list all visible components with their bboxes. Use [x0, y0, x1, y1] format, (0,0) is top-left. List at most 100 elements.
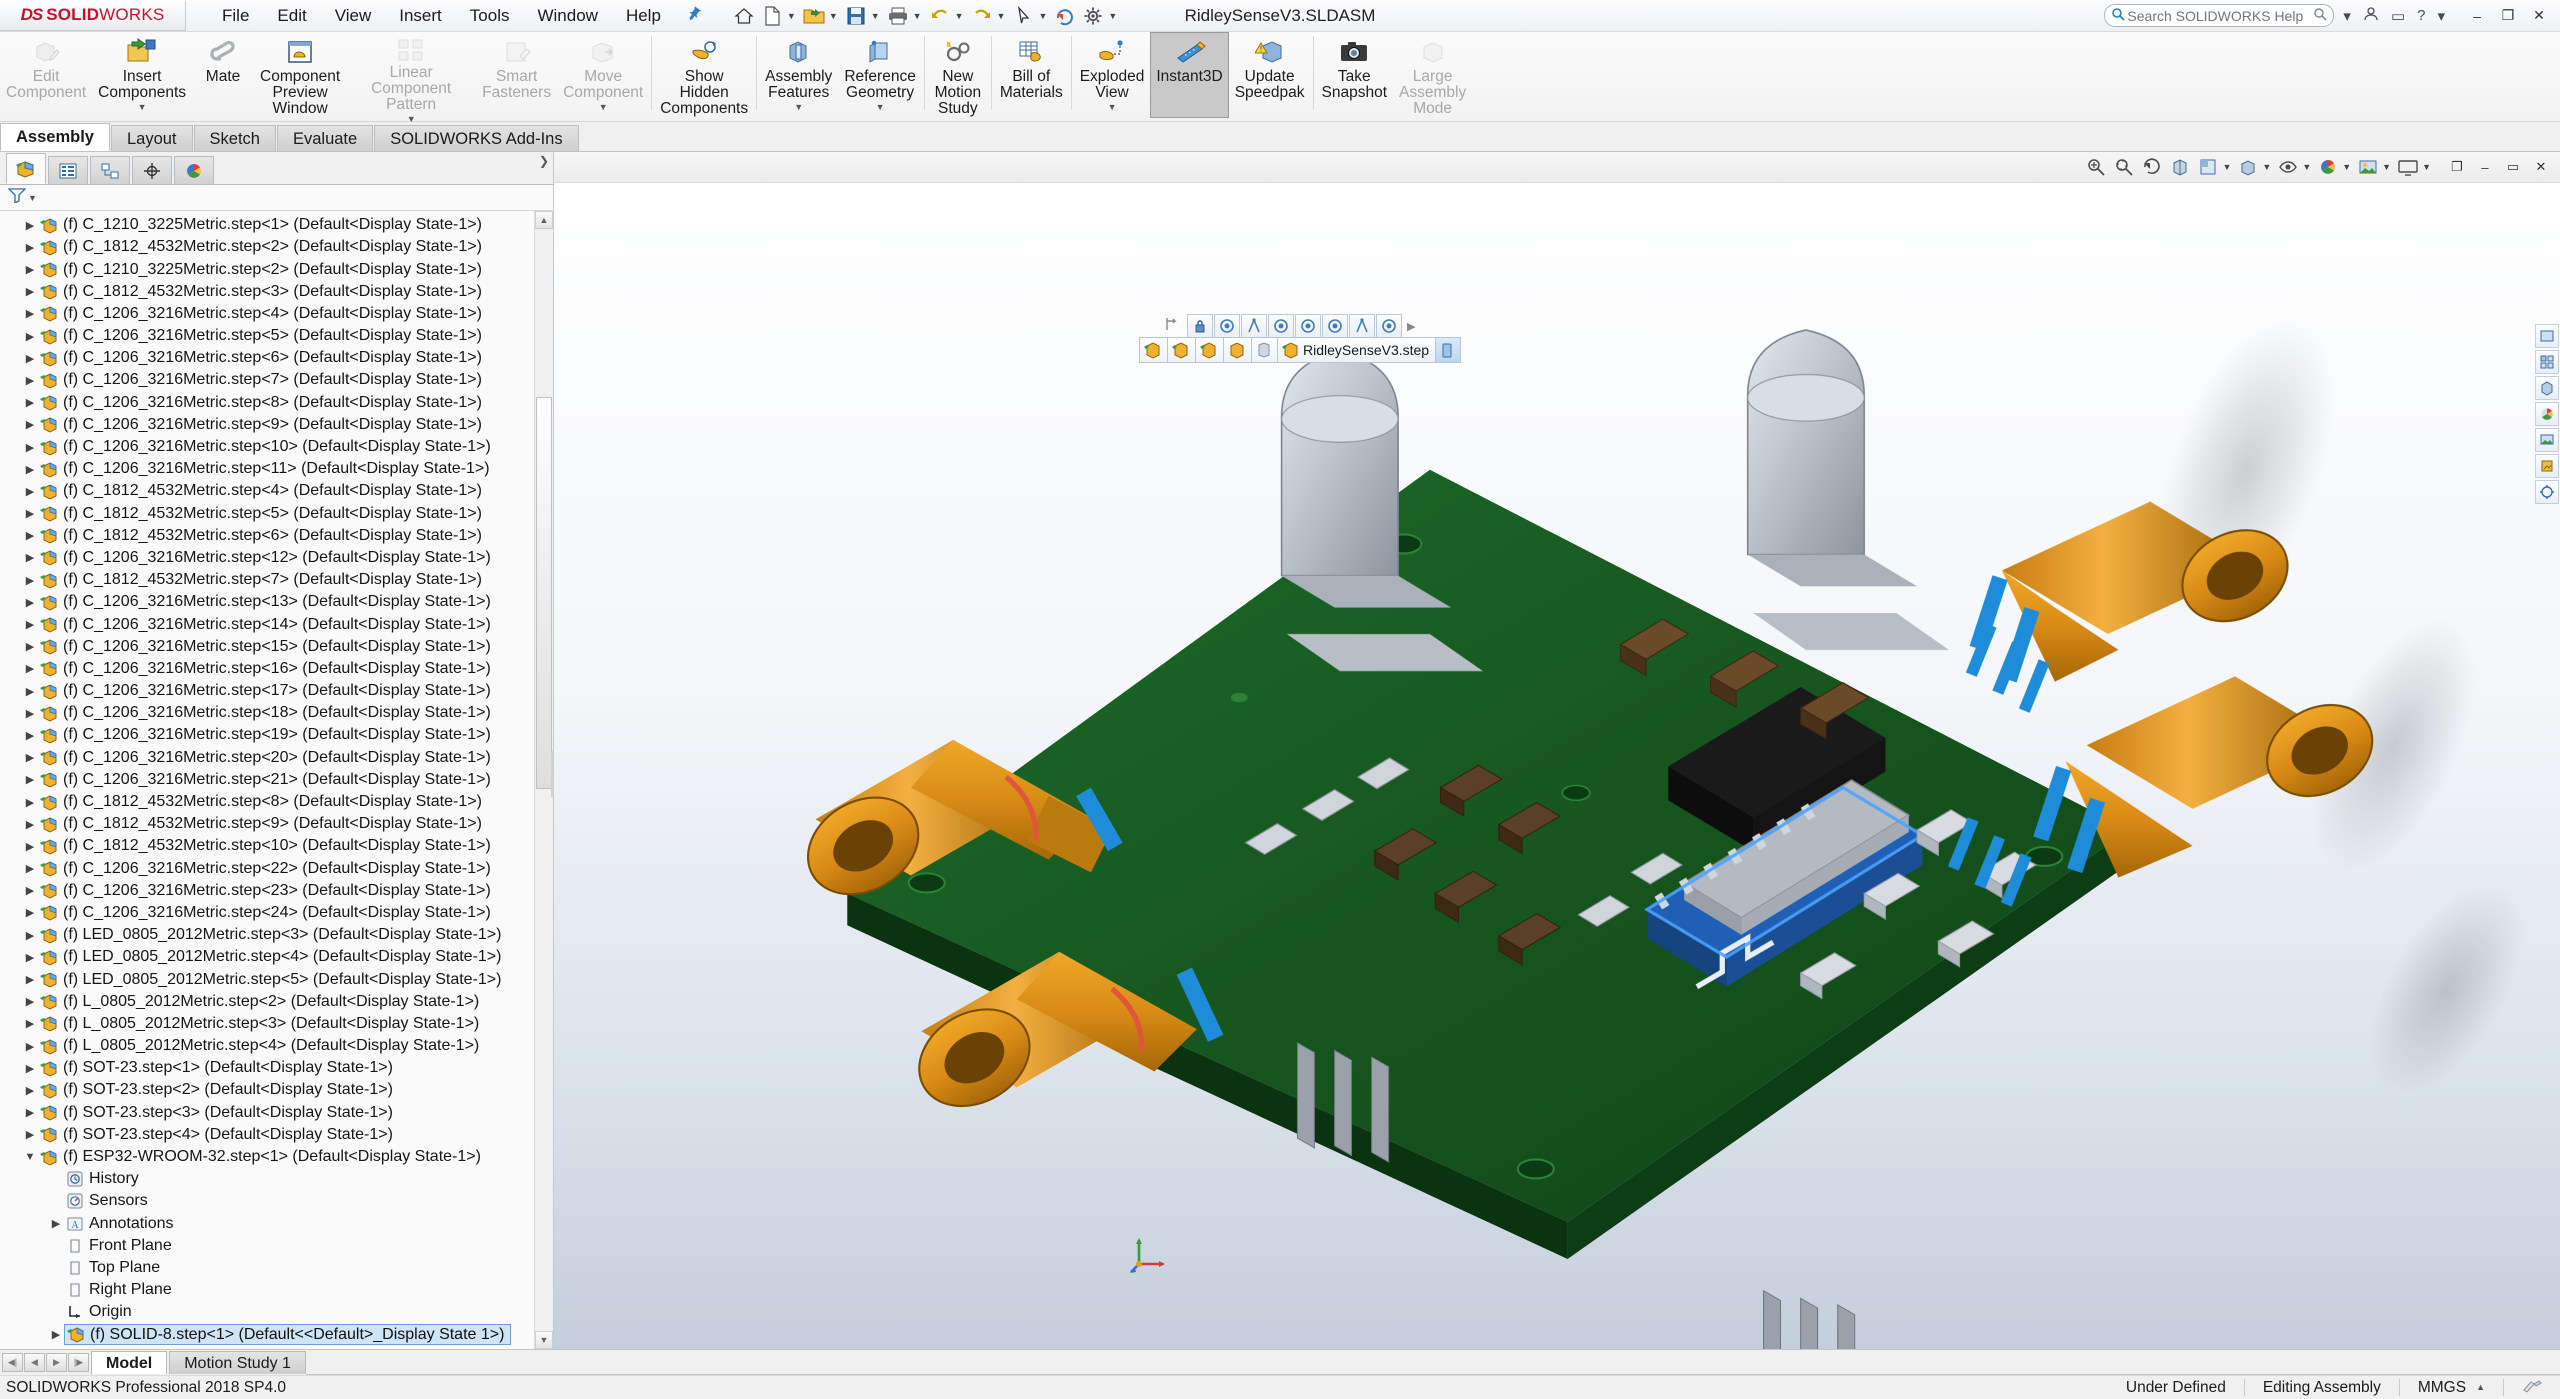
ribbon-linear-component-pattern[interactable]: Linear Component Pattern ▼	[346, 32, 476, 124]
pop-out-icon[interactable]	[1164, 315, 1182, 338]
print-dropdown-icon[interactable]: ▼	[913, 11, 922, 21]
breadcrumb-item-part[interactable]: RidleySenseV3.step	[1277, 337, 1436, 363]
status-units-caret-icon[interactable]: ▲	[2476, 1379, 2485, 1396]
apply-scene-dropdown-icon[interactable]: ▼	[2382, 162, 2391, 172]
display-style-right-icon[interactable]	[2535, 376, 2559, 400]
menu-edit[interactable]: Edit	[263, 2, 320, 30]
breadcrumb-item-body[interactable]	[1435, 337, 1462, 363]
feature-tree-item[interactable]: History	[0, 1168, 553, 1190]
bottom-tab-motion-study[interactable]: Motion Study 1	[169, 1351, 306, 1374]
menu-help[interactable]: Help	[612, 2, 675, 30]
feature-tree-item[interactable]: Sensors	[0, 1190, 553, 1212]
tab-solidworks-add-ins[interactable]: SOLIDWORKS Add-Ins	[374, 125, 579, 151]
ribbon-component-preview-window[interactable]: Component Preview Window	[254, 32, 346, 118]
apply-scene-icon[interactable]	[2354, 154, 2382, 180]
feature-tree-item[interactable]: ▶ (f) LED_0805_2012Metric.step<5> (Defaul…	[0, 968, 553, 990]
feature-tree-item[interactable]: ▶ (f) C_1206_3216Metric.step<21> (Default…	[0, 769, 553, 791]
status-units[interactable]: MMGS ▲	[2398, 1379, 2503, 1396]
concentric-mate-icon-4[interactable]	[1322, 314, 1348, 338]
user-account-icon[interactable]	[2360, 6, 2382, 26]
graphics-maximize-button[interactable]: ▭	[2500, 156, 2526, 178]
menu-view[interactable]: View	[321, 2, 386, 30]
feature-tree-item[interactable]: ▶ (f) C_1206_3216Metric.step<12> (Default…	[0, 547, 553, 569]
expand-arrow-icon[interactable]: ▶	[22, 418, 38, 431]
expand-arrow-icon[interactable]: ▶	[22, 374, 38, 387]
save-icon[interactable]	[843, 4, 869, 28]
new-document-icon[interactable]	[759, 4, 785, 28]
expand-arrow-icon[interactable]: ▶	[22, 929, 38, 942]
scrollbar-thumb[interactable]	[536, 397, 552, 790]
panel-expand-chevron-icon[interactable]: ❯	[539, 154, 549, 168]
status-overlay-icon-cell[interactable]	[2503, 1379, 2560, 1396]
display-style-icon[interactable]	[2234, 154, 2262, 180]
graphics-close-button[interactable]: ✕	[2528, 156, 2554, 178]
feature-tree-item[interactable]: ▶ (f) C_1210_3225Metric.step<1> (Default<…	[0, 214, 553, 236]
edit-appearance-dropdown-icon[interactable]: ▼	[2342, 162, 2351, 172]
menu-window[interactable]: Window	[523, 2, 611, 30]
feature-tree-item[interactable]: ▶ (f) C_1812_4532Metric.step<5> (Default<…	[0, 503, 553, 525]
feature-tree-item[interactable]: ▶ (f) C_1812_4532Metric.step<7> (Default<…	[0, 569, 553, 591]
scroll-up-arrow-icon[interactable]: ▲	[535, 211, 553, 230]
concentric-mate-icon-3[interactable]	[1295, 314, 1321, 338]
feature-tree-item[interactable]: Right Plane	[0, 1279, 553, 1301]
tab-layout[interactable]: Layout	[110, 125, 193, 151]
graphics-restore-button[interactable]: ❐	[2444, 156, 2470, 178]
first-tab-icon[interactable]: ◀|	[2, 1353, 23, 1372]
display-manager-tab[interactable]	[174, 156, 214, 185]
tile-windows-icon[interactable]: ▭	[2388, 7, 2408, 25]
expand-arrow-icon[interactable]: ▶	[22, 441, 38, 454]
selected-component-highlight[interactable]: (f) SOLID-8.step<1> (Default<<Default>_D…	[64, 1324, 512, 1346]
undo-icon[interactable]	[927, 4, 953, 28]
concentric-mate-icon-2[interactable]	[1268, 314, 1294, 338]
ribbon-large-assembly-mode[interactable]: Large Assembly Mode	[1393, 32, 1472, 118]
settings-gear-icon[interactable]	[1080, 4, 1106, 28]
feature-tree-item[interactable]: ▶ (f) C_1206_3216Metric.step<19> (Default…	[0, 724, 553, 746]
exploded-view-dropdown-icon[interactable]: ▼	[1108, 102, 1117, 112]
hide-show-dropdown-icon[interactable]: ▼	[2302, 162, 2311, 172]
search-magnifier-icon[interactable]	[2313, 5, 2327, 26]
expand-arrow-icon[interactable]: ▶	[22, 973, 38, 986]
expand-arrow-icon[interactable]: ▶	[22, 818, 38, 831]
feature-tree-item[interactable]: ▶ (f) C_1206_3216Metric.step<11> (Default…	[0, 458, 553, 480]
expand-arrow-icon[interactable]: ▶	[22, 796, 38, 809]
feature-tree-item[interactable]: ▶ (f) C_1812_4532Metric.step<2> (Default<…	[0, 236, 553, 258]
expand-arrow-icon[interactable]: ▶	[22, 241, 38, 254]
feature-tree-item[interactable]: ▶ (f) SOT-23.step<1> (Default<Display Sta…	[0, 1057, 553, 1079]
expand-arrow-icon[interactable]: ▶	[22, 640, 38, 653]
linear-component-pattern-dropdown-icon[interactable]: ▼	[407, 114, 416, 124]
feature-tree-item[interactable]: ▶ (f) C_1206_3216Metric.step<23> (Default…	[0, 880, 553, 902]
feature-manager-design-tree-tab[interactable]	[6, 153, 46, 185]
feature-tree-item[interactable]: Origin	[0, 1301, 553, 1323]
feature-tree-item[interactable]: ▶ (f) SOT-23.step<4> (Default<Display Sta…	[0, 1124, 553, 1146]
menu-tools[interactable]: Tools	[456, 2, 524, 30]
minimize-button[interactable]: –	[2462, 5, 2492, 27]
appearances-icon[interactable]	[2535, 402, 2559, 426]
view-settings-icon[interactable]	[2394, 154, 2422, 180]
expand-arrow-icon[interactable]: ▶	[22, 263, 38, 276]
previous-view-icon[interactable]	[2138, 154, 2166, 180]
expand-arrow-icon[interactable]: ▶	[48, 1217, 64, 1230]
search-help-box[interactable]	[2104, 4, 2335, 27]
home-icon[interactable]	[731, 4, 757, 28]
expand-arrow-icon[interactable]: ▶	[22, 862, 38, 875]
concentric-mate-icon-5[interactable]	[1376, 314, 1402, 338]
ribbon-update-speedpak[interactable]: ! Update Speedpak	[1229, 32, 1311, 118]
feature-tree-item[interactable]: Mates	[0, 1346, 553, 1349]
feature-tree-item[interactable]: ▶ (f) C_1206_3216Metric.step<17> (Default…	[0, 680, 553, 702]
expand-arrow-icon[interactable]: ▶	[22, 662, 38, 675]
feature-tree-item[interactable]: ▶ (f) C_1206_3216Metric.step<24> (Default…	[0, 902, 553, 924]
feature-tree-item[interactable]: ▶ (f) C_1812_4532Metric.step<6> (Default<…	[0, 525, 553, 547]
expand-arrow-icon[interactable]: ▶	[22, 219, 38, 232]
expand-arrow-icon[interactable]: ▶	[22, 773, 38, 786]
feature-tree-item[interactable]: ▶ (f) C_1206_3216Metric.step<18> (Default…	[0, 702, 553, 724]
feature-tree-item[interactable]: ▶ (f) C_1206_3216Metric.step<10> (Default…	[0, 436, 553, 458]
view-layout-icon[interactable]	[2535, 350, 2559, 374]
expand-arrow-icon[interactable]: ▶	[22, 884, 38, 897]
redo-dropdown-icon[interactable]: ▼	[997, 11, 1006, 21]
open-document-icon[interactable]	[801, 4, 827, 28]
menu-insert[interactable]: Insert	[385, 2, 456, 30]
print-icon[interactable]	[885, 4, 911, 28]
expand-arrow-icon[interactable]: ▶	[22, 596, 38, 609]
ribbon-smart-fasteners[interactable]: Smart Fasteners	[476, 32, 557, 118]
graphics-minimize-button[interactable]: –	[2472, 156, 2498, 178]
